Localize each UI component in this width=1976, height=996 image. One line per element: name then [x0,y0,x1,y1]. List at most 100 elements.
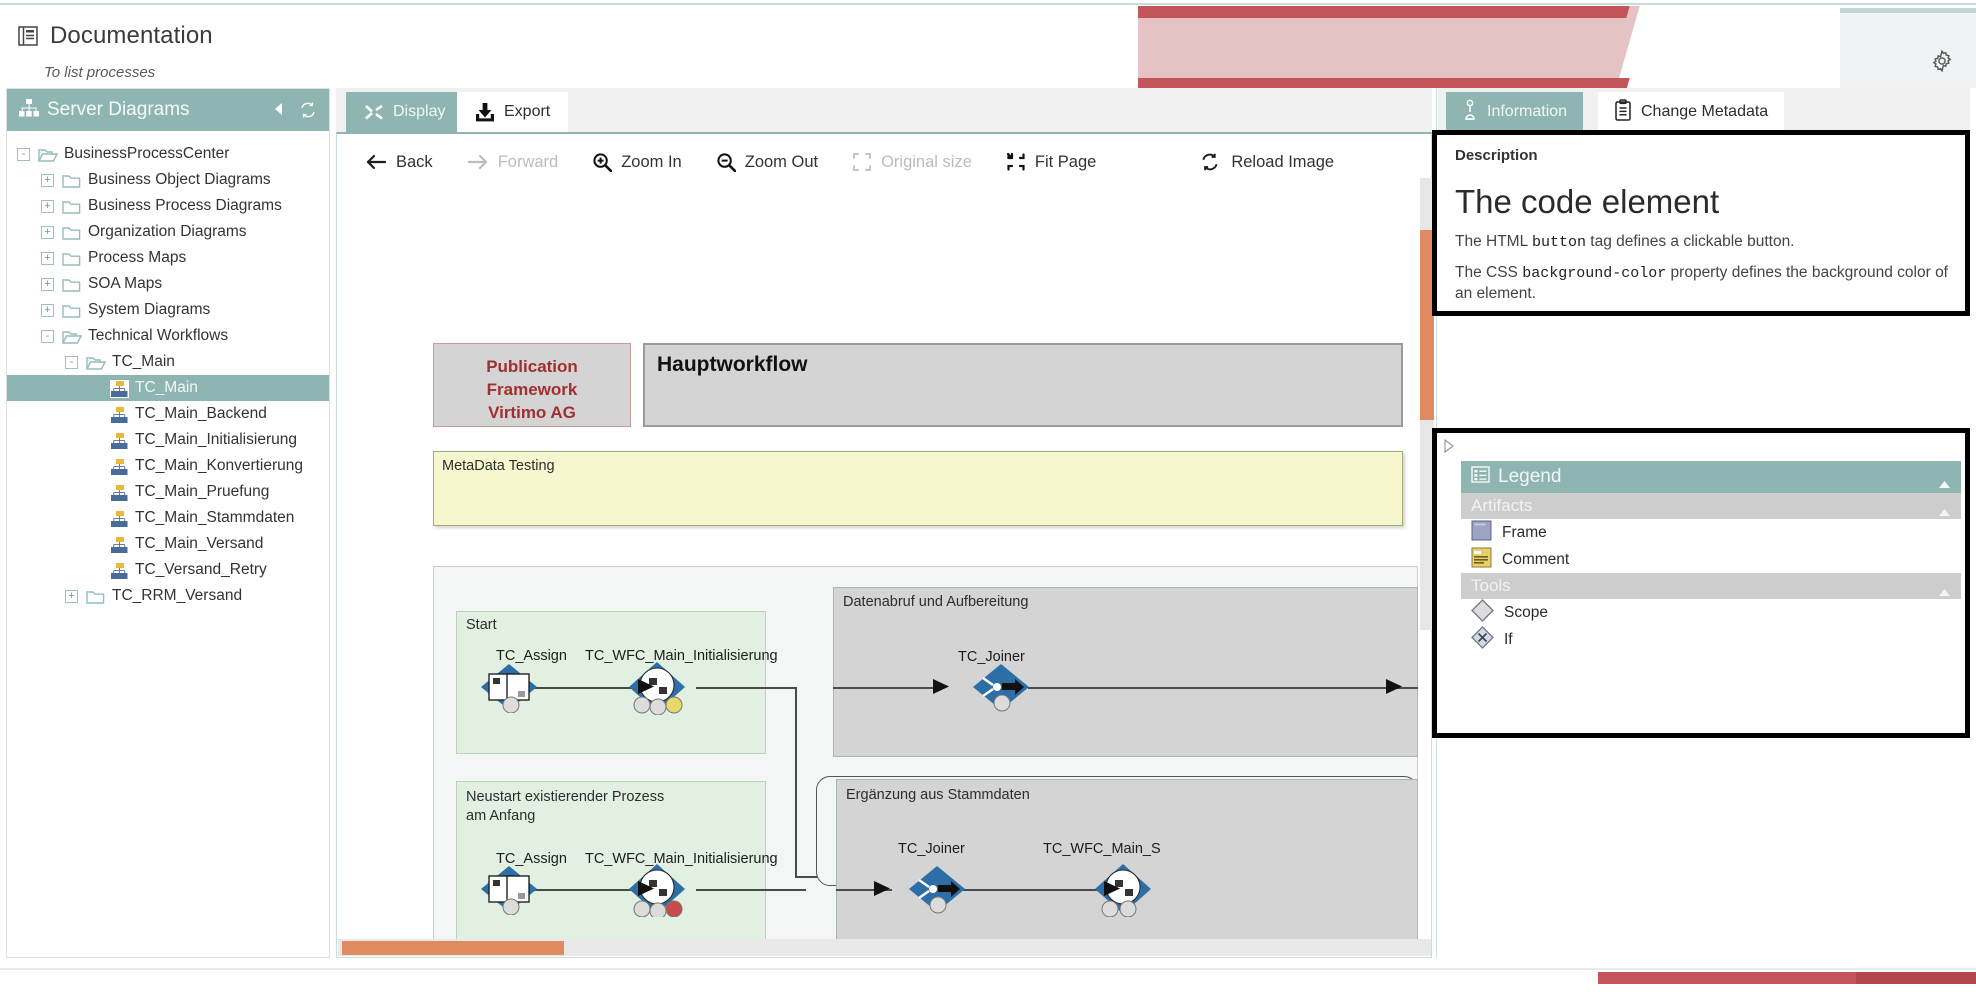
tree-item-process-maps[interactable]: + Process Maps [7,245,329,271]
expand-toggle-icon[interactable]: + [41,226,54,239]
tree-item-label: TC_Main_Versand [135,535,263,553]
expand-right-icon[interactable] [1443,439,1455,453]
node-tc-assign-2[interactable] [478,863,540,915]
tree-item-business-object-diagrams[interactable]: + Business Object Diagrams [7,167,329,193]
tree-item-label: Process Maps [88,249,186,267]
legend-group-tools[interactable]: Tools [1461,573,1961,599]
tree-item-organization-diagrams[interactable]: +Organization Diagrams [7,219,329,245]
tree-item-label: SOA Maps [88,275,162,293]
node-tc-joiner-1[interactable] [970,661,1032,715]
fit-page-button[interactable]: Fit Page [1006,152,1096,172]
tab-change-metadata[interactable]: Change Metadata [1598,92,1784,132]
tree-item-tc-main[interactable]: TC_Main [7,375,329,401]
expand-toggle-icon[interactable]: + [65,590,78,603]
legend-item-comment[interactable]: Comment [1461,546,1961,573]
node-label-tc-wfc-main-s: TC_WFC_Main_S [1043,841,1161,857]
tree-item-label: Business Object Diagrams [88,171,271,189]
settings-tab[interactable] [1840,8,1976,88]
reload-image-button[interactable]: Reload Image [1200,152,1334,172]
diagram-arrow [638,677,660,699]
tab-information[interactable]: Information [1446,92,1583,132]
legend-group-artifacts[interactable]: Artifacts [1461,493,1961,519]
legend-group-label: Tools [1471,576,1511,596]
refresh-icon[interactable] [299,101,317,119]
tree-item-label: TC_Main [135,379,198,397]
book-icon [16,24,40,48]
legend-item-label: Scope [1504,604,1548,622]
if-diamond-icon [1471,626,1494,654]
tree-item-tc-main-pruefung[interactable]: TC_Main_Pruefung [7,479,329,505]
scope-diamond-icon [1471,599,1494,627]
zoom-out-button[interactable]: Zoom Out [716,152,818,172]
diagram-tree[interactable]: -BusinessProcessCenter + Business Object D… [7,133,329,957]
zoom-out-label: Zoom Out [745,153,818,172]
diagram-canvas[interactable]: Publication Framework Virtimo AG Hauptwo… [338,191,1431,943]
tab-change-metadata-label: Change Metadata [1641,103,1768,121]
collapse-toggle-icon[interactable]: - [65,356,78,369]
folder-open-icon [62,329,80,344]
legend-box: Legend ArtifactsFrameComment Tools Scope If [1432,428,1970,738]
expand-toggle-icon[interactable]: + [41,200,54,213]
tree-item-label: TC_Main_Pruefung [135,483,269,501]
tree-item-tc-main-konvertierung[interactable]: TC_Main_Konvertierung [7,453,329,479]
collapse-up-icon[interactable] [1938,473,1951,482]
tree-item-businessprocesscenter[interactable]: -BusinessProcessCenter [7,141,329,167]
fit-page-label: Fit Page [1035,153,1096,172]
tree-item-tc-main-initialisierung[interactable]: TC_Main_Initialisierung [7,427,329,453]
expand-toggle-icon[interactable]: + [41,304,54,317]
page-title-text: Documentation [50,22,213,50]
tree-item-soa-maps[interactable]: + SOA Maps [7,271,329,297]
diagram-icon [110,432,128,449]
expand-toggle-icon[interactable]: + [41,278,54,291]
diagram-lane-datenabruf [833,587,1418,757]
diagram-icon [110,536,128,553]
folder-icon [86,589,104,604]
tree-item-tc-versand-retry[interactable]: TC_Versand_Retry [7,557,329,583]
tree-item-technical-workflows[interactable]: -Technical Workflows [7,323,329,349]
collapse-toggle-icon[interactable]: - [41,330,54,343]
diagram-connector [833,687,933,689]
back-button[interactable]: Back [365,153,433,172]
collapse-up-icon[interactable] [1938,582,1951,591]
server-diagrams-title: Server Diagrams [47,99,190,121]
tree-item-business-process-diagrams[interactable]: +Business Process Diagrams [7,193,329,219]
canvas-hscrollbar[interactable] [338,939,1431,956]
tree-item-tc-main-backend[interactable]: TC_Main_Backend [7,401,329,427]
collapse-up-icon[interactable] [1938,502,1951,511]
tree-item-tc-rrm-versand[interactable]: +TC_RRM_Versand [7,583,329,609]
tree-item-system-diagrams[interactable]: +System Diagrams [7,297,329,323]
zoom-in-button[interactable]: Zoom In [592,152,682,172]
collapse-left-icon[interactable] [271,101,289,119]
server-diagrams-header: Server Diagrams [7,89,329,131]
viewer-tabstrip: Display Export [336,88,1432,132]
tree-item-label: TC_Main_Initialisierung [135,431,297,449]
tree-item-tc-main-versand[interactable]: TC_Main_Versand [7,531,329,557]
tree-item-tc-main-stammdaten[interactable]: TC_Main_Stammdaten [7,505,329,531]
node-tc-joiner-2[interactable] [906,863,968,917]
legend-icon [1471,466,1490,489]
tree-item-tc-main[interactable]: -TC_Main [7,349,329,375]
bottom-accent-left [1598,972,1856,984]
frame-icon [1471,520,1492,546]
folder-icon [62,277,80,292]
gear-icon[interactable] [1930,49,1954,73]
tab-export[interactable]: Export [457,92,568,132]
legend-item-frame[interactable]: Frame [1461,519,1961,546]
clipboard-icon [1614,99,1632,126]
expand-toggle-icon[interactable]: + [41,174,54,187]
tab-display[interactable]: Display [346,92,463,132]
node-tc-assign-1[interactable] [478,661,540,713]
forward-button[interactable]: Forward [467,153,559,172]
doc-paragraph-1: The HTML button tag defines a clickable … [1455,233,1945,251]
diagram-connector [696,687,796,689]
collapse-toggle-icon[interactable]: - [17,148,30,161]
page-subtitle: To list processes [44,64,155,81]
original-size-button[interactable]: Original size [852,152,972,172]
legend-item-if[interactable]: If [1461,626,1961,653]
legend-header[interactable]: Legend [1461,461,1961,493]
canvas-hscrollbar-thumb[interactable] [342,941,564,955]
tree-item-label: TC_Main_Backend [135,405,267,423]
info-panel: Information Change Metadata Description … [1438,88,1970,958]
legend-item-scope[interactable]: Scope [1461,599,1961,626]
expand-toggle-icon[interactable]: + [41,252,54,265]
